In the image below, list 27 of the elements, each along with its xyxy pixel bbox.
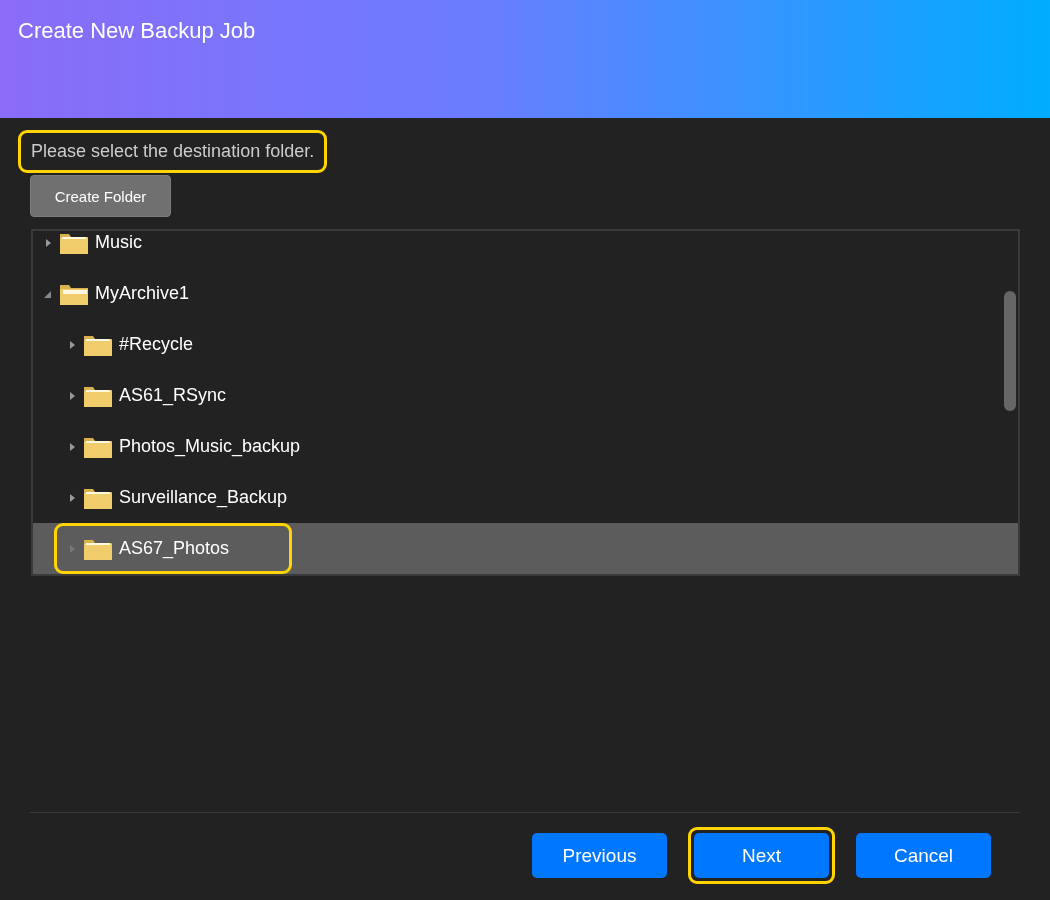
expand-arrow-icon[interactable]: [67, 491, 77, 504]
window-title: Create New Backup Job: [18, 18, 257, 44]
expand-arrow-icon[interactable]: [43, 236, 53, 249]
folder-label: Surveillance_Backup: [119, 487, 288, 508]
tree-row[interactable]: Photos_Music_backup: [33, 421, 1018, 472]
dialog-button[interactable]: Next: [694, 833, 829, 878]
folder-label: #Recycle: [119, 334, 194, 355]
dialog-button[interactable]: Previous: [532, 833, 667, 878]
tree-row[interactable]: AS61_RSync: [33, 370, 1018, 421]
expand-arrow-icon[interactable]: [67, 338, 77, 351]
folder-label: Photos_Music_backup: [119, 436, 301, 457]
scrollbar-thumb[interactable]: [1004, 291, 1016, 411]
selected-tree-row[interactable]: AS67_Photos: [33, 523, 1018, 574]
folder-label: AS61_RSync: [119, 385, 227, 406]
create-folder-button[interactable]: Create Folder: [30, 175, 171, 217]
tree-row[interactable]: Music: [33, 231, 1018, 268]
tree-row[interactable]: Surveillance_Backup: [33, 472, 1018, 523]
folder-label: Music: [95, 232, 142, 253]
folder-label: MyArchive1: [95, 283, 190, 304]
folder-label: AS67_Photos: [119, 538, 230, 559]
tree-row[interactable]: #Recycle: [33, 319, 1018, 370]
expand-arrow-icon[interactable]: [67, 389, 77, 402]
dialog-button[interactable]: Cancel: [856, 833, 991, 878]
folder-icon: [59, 231, 89, 255]
instruction-text: Please select the destination folder.: [18, 130, 328, 173]
expand-arrow-icon[interactable]: [67, 440, 77, 453]
tree-row[interactable]: MyArchive1: [33, 268, 1018, 319]
